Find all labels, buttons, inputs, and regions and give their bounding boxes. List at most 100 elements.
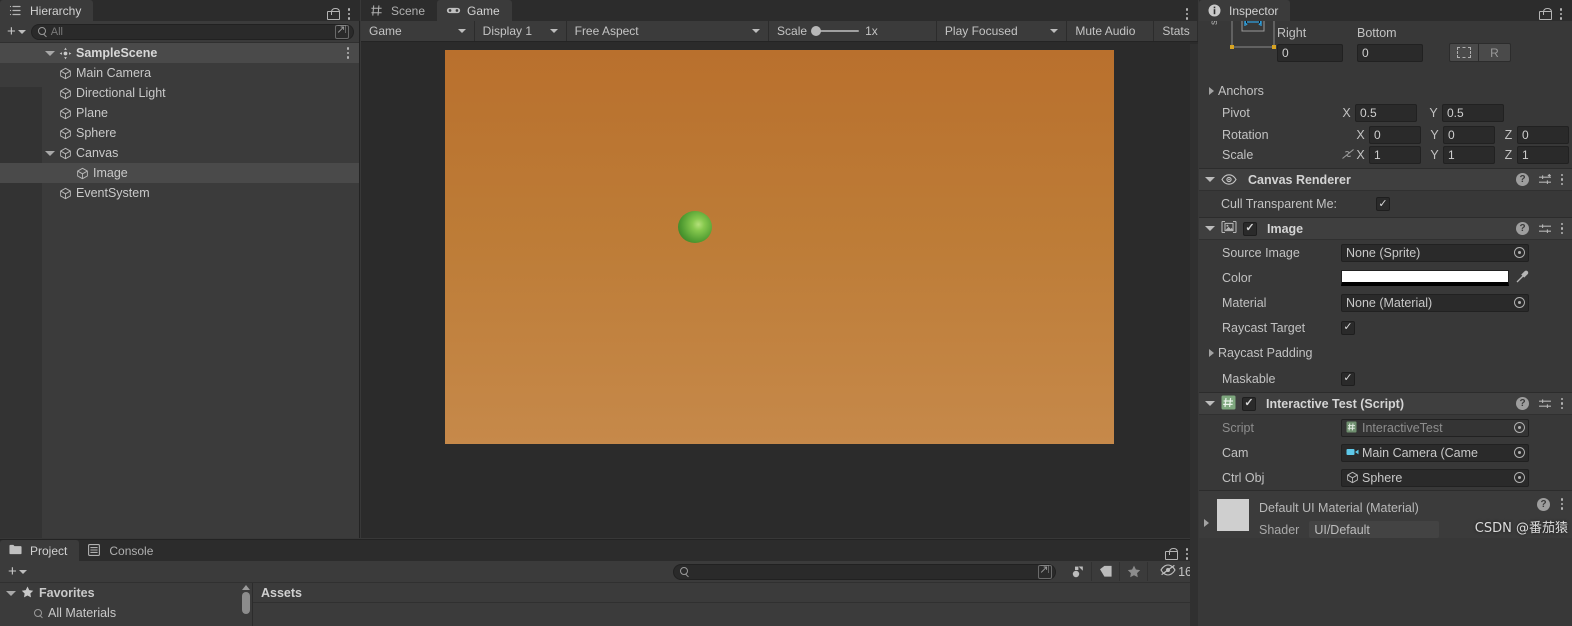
raycast-padding-foldout[interactable]: Raycast Padding xyxy=(1199,340,1572,365)
hierarchy-item-canvas[interactable]: Canvas xyxy=(0,143,359,163)
rotation-x-input[interactable]: 0 xyxy=(1369,126,1421,144)
chevron-down-icon[interactable] xyxy=(1205,401,1215,406)
label-filter-icon[interactable] xyxy=(1092,562,1121,581)
component-header-canvas-renderer[interactable]: Canvas Renderer ? xyxy=(1199,168,1572,191)
material-menu-icon[interactable] xyxy=(1560,497,1564,511)
project-asset-browser[interactable]: Assets xyxy=(253,583,1198,626)
scroll-up-icon[interactable] xyxy=(241,585,250,590)
chevron-down-icon[interactable] xyxy=(1205,226,1215,231)
hierarchy-search-input[interactable]: All xyxy=(30,23,354,40)
pivot-y-input[interactable]: 0.5 xyxy=(1442,104,1504,122)
script-enabled-checkbox[interactable]: ✓ xyxy=(1242,396,1256,411)
object-picker-icon[interactable] xyxy=(1510,295,1528,311)
scale-slider-track[interactable] xyxy=(811,26,860,36)
chevron-right-icon[interactable] xyxy=(1209,87,1214,95)
preset-icon[interactable] xyxy=(1538,398,1551,410)
hierarchy-tree[interactable]: SampleScene Main Camera Directional Ligh… xyxy=(0,43,359,538)
bottom-input[interactable]: 0 xyxy=(1357,43,1423,62)
tab-scene[interactable]: Scene xyxy=(361,0,437,21)
hierarchy-item-directional-light[interactable]: Directional Light xyxy=(0,83,359,103)
lock-icon[interactable] xyxy=(327,8,340,20)
component-menu-icon[interactable] xyxy=(1560,397,1564,411)
favorite-filter-icon[interactable] xyxy=(1120,562,1149,581)
project-menu-icon[interactable] xyxy=(1185,547,1189,561)
chevron-right-icon[interactable] xyxy=(1204,519,1209,527)
anchors-foldout[interactable]: Anchors xyxy=(1199,80,1572,102)
blueprint-mode-icon[interactable] xyxy=(1449,43,1479,62)
color-swatch[interactable] xyxy=(1341,269,1509,286)
scrollbar-thumb[interactable] xyxy=(241,592,250,614)
chevron-down-icon[interactable] xyxy=(1205,177,1215,182)
help-icon[interactable]: ? xyxy=(1537,497,1550,511)
game-view-canvas[interactable] xyxy=(361,42,1198,538)
tab-project[interactable]: Project xyxy=(0,540,80,561)
game-render-output[interactable] xyxy=(445,50,1114,444)
help-icon[interactable]: ? xyxy=(1516,397,1529,410)
tab-game[interactable]: Game xyxy=(437,0,512,21)
component-menu-icon[interactable] xyxy=(1560,173,1564,187)
search-expand-icon[interactable] xyxy=(1038,564,1053,579)
rotation-z-input[interactable]: 0 xyxy=(1517,126,1569,144)
object-filter-icon[interactable] xyxy=(1064,562,1093,581)
component-header-image[interactable]: ✓ Image ? xyxy=(1199,217,1572,240)
preset-icon[interactable] xyxy=(1538,223,1551,235)
project-create-button[interactable]: + xyxy=(6,564,29,579)
component-menu-icon[interactable] xyxy=(1560,222,1564,236)
project-tree-item-all-materials[interactable]: All Materials xyxy=(0,603,252,623)
scene-menu-icon[interactable] xyxy=(346,46,350,60)
aspect-dropdown[interactable]: Free Aspect xyxy=(567,21,770,41)
constrain-proportions-icon[interactable] xyxy=(1341,148,1355,163)
hierarchy-item-plane[interactable]: Plane xyxy=(0,103,359,123)
inspector-menu-icon[interactable] xyxy=(1559,7,1563,21)
project-tree-item-favorites[interactable]: Favorites xyxy=(0,583,252,603)
component-header-interactive-test[interactable]: ✓ Interactive Test (Script) ? xyxy=(1199,392,1572,415)
play-mode-dropdown[interactable]: Play Focused xyxy=(937,21,1068,41)
anchor-preset-widget[interactable]: stretch xyxy=(1199,21,1276,80)
hierarchy-item-main-camera[interactable]: Main Camera xyxy=(0,63,359,83)
source-image-field[interactable]: None (Sprite) xyxy=(1341,243,1529,262)
search-expand-icon[interactable] xyxy=(335,24,349,39)
tab-inspector[interactable]: Inspector xyxy=(1199,0,1291,21)
object-picker-icon[interactable] xyxy=(1510,445,1528,461)
hierarchy-item-sphere[interactable]: Sphere xyxy=(0,123,359,143)
project-tree[interactable]: Favorites All Materials xyxy=(0,583,253,626)
tab-console[interactable]: Console xyxy=(79,540,165,561)
rotation-y-input[interactable]: 0 xyxy=(1443,126,1495,144)
help-icon[interactable]: ? xyxy=(1516,173,1529,186)
scale-z-input[interactable]: 1 xyxy=(1517,146,1569,164)
mute-audio-button[interactable]: Mute Audio xyxy=(1067,21,1155,41)
ctrl-obj-field[interactable]: Sphere xyxy=(1341,468,1529,487)
target-display-dropdown[interactable]: Game xyxy=(361,21,475,41)
scale-x-input[interactable]: 1 xyxy=(1369,146,1421,164)
hierarchy-item-eventsystem[interactable]: EventSystem xyxy=(0,183,359,203)
tab-hierarchy[interactable]: Hierarchy xyxy=(0,0,94,21)
scale-y-input[interactable]: 1 xyxy=(1443,146,1495,164)
chevron-right-icon[interactable] xyxy=(1209,348,1214,357)
chevron-down-icon[interactable] xyxy=(45,50,55,56)
project-tree-scrollbar[interactable] xyxy=(241,585,250,624)
cull-transparent-mesh-checkbox[interactable]: ✓ xyxy=(1376,197,1390,211)
object-picker-icon[interactable] xyxy=(1510,245,1528,261)
raycast-target-checkbox[interactable]: ✓ xyxy=(1341,320,1355,335)
scale-slider-knob[interactable] xyxy=(811,26,822,36)
stats-button[interactable]: Stats xyxy=(1154,21,1198,41)
raw-edit-mode-button[interactable]: R xyxy=(1479,43,1511,62)
maskable-checkbox[interactable]: ✓ xyxy=(1341,371,1355,386)
right-input[interactable]: 0 xyxy=(1277,43,1343,62)
project-search-input[interactable] xyxy=(672,563,1057,580)
preset-icon[interactable] xyxy=(1538,173,1551,186)
hierarchy-create-button[interactable]: + xyxy=(5,24,28,39)
chevron-down-icon[interactable] xyxy=(45,150,55,156)
lock-icon[interactable] xyxy=(1165,548,1178,560)
lock-icon[interactable] xyxy=(1539,8,1552,20)
help-icon[interactable]: ? xyxy=(1516,222,1529,235)
image-enabled-checkbox[interactable]: ✓ xyxy=(1243,221,1257,236)
material-field[interactable]: None (Material) xyxy=(1341,293,1529,312)
eyedropper-icon[interactable] xyxy=(1515,269,1530,287)
hierarchy-item-image[interactable]: Image xyxy=(0,163,359,183)
chevron-down-icon[interactable] xyxy=(6,590,16,596)
object-picker-icon[interactable] xyxy=(1510,470,1528,486)
hidden-assets-count[interactable]: 16 xyxy=(1152,564,1192,579)
pivot-x-input[interactable]: 0.5 xyxy=(1355,104,1417,122)
cam-field[interactable]: Main Camera (Came xyxy=(1341,443,1529,462)
